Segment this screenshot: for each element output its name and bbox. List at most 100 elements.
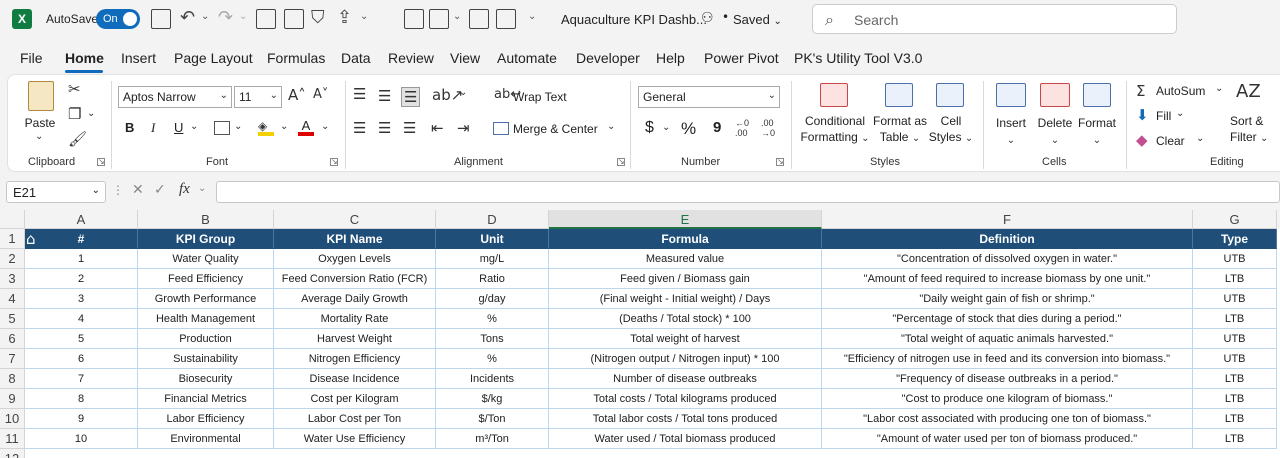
tab-data[interactable]: Data — [341, 50, 371, 66]
table-header-cell[interactable]: KPI Group — [138, 229, 274, 249]
insert-function-button[interactable]: fx — [179, 181, 190, 198]
table-cell[interactable]: "Percentage of stock that dies during a … — [822, 309, 1193, 329]
sensitivity-icon[interactable]: ⚇ — [701, 10, 714, 26]
orientation-dropdown-icon[interactable]: ⌄ — [459, 87, 467, 98]
table-cell[interactable]: Sustainability — [138, 349, 274, 369]
insert-cells-button[interactable]: Insert ⌄ — [991, 115, 1031, 149]
row-header[interactable]: 1 — [0, 229, 25, 249]
table-cell[interactable]: "Amount of feed required to increase bio… — [822, 269, 1193, 289]
worksheet-grid[interactable]: A B C D E F G 123456789101112 #KPI Group… — [0, 210, 1280, 458]
table-header-cell[interactable]: Formula — [549, 229, 822, 249]
cell-styles-icon[interactable] — [936, 83, 964, 107]
paste-button[interactable]: Paste — [22, 115, 58, 131]
table-cell[interactable]: Labor Efficiency — [138, 409, 274, 429]
picture-icon[interactable] — [284, 9, 304, 29]
table-cell[interactable]: "Frequency of disease outbreaks in a per… — [822, 369, 1193, 389]
sort-filter-button[interactable]: Sort & Filter ⌄ — [1230, 113, 1280, 147]
table-cell[interactable]: "Daily weight gain of fish or shrimp." — [822, 289, 1193, 309]
table-cell[interactable]: g/day — [436, 289, 549, 309]
table-cell[interactable]: Health Management — [138, 309, 274, 329]
column-header-c[interactable]: C — [274, 210, 436, 229]
table-cell[interactable]: Growth Performance — [138, 289, 274, 309]
comma-style-button[interactable]: 9 — [713, 119, 721, 136]
table-cell[interactable]: Harvest Weight — [274, 329, 436, 349]
table-cell[interactable]: LTB — [1193, 409, 1277, 429]
delete-cells-button[interactable]: Delete ⌄ — [1034, 115, 1076, 149]
currency-dropdown-icon[interactable]: ⌄ — [662, 122, 670, 133]
select-all-corner[interactable] — [0, 210, 25, 229]
row-header[interactable]: 3 — [0, 269, 25, 289]
fill-icon[interactable]: ⬇ — [1136, 106, 1149, 124]
grow-font-icon[interactable]: A˄ — [288, 86, 306, 104]
table-cell[interactable]: Total costs / Total kilograms produced — [549, 389, 822, 409]
search-box[interactable]: ⌕ Search — [812, 4, 1177, 34]
fill-button[interactable]: Fill — [1156, 109, 1171, 123]
table-cell[interactable]: $/kg — [436, 389, 549, 409]
table-cell[interactable]: (Deaths / Total stock) * 100 — [549, 309, 822, 329]
table-cell[interactable]: $/Ton — [436, 409, 549, 429]
table-cell[interactable]: UTB — [1193, 289, 1277, 309]
delete-cells-icon[interactable] — [1040, 83, 1070, 107]
table-cell[interactable]: 5 — [25, 329, 138, 349]
insert-cells-icon[interactable] — [996, 83, 1026, 107]
format-cells-button[interactable]: Format ⌄ — [1075, 115, 1119, 149]
number-format-select[interactable]: General ⌄ — [638, 86, 780, 108]
borders-button-icon[interactable] — [214, 121, 230, 135]
table-cell[interactable]: 2 — [25, 269, 138, 289]
calc-sheet-icon[interactable] — [469, 9, 489, 29]
form-icon[interactable] — [496, 9, 516, 29]
merge-center-button[interactable]: Merge & Center — [513, 122, 598, 136]
increase-decimal-button[interactable]: ←0.00 — [735, 118, 749, 138]
table-cell[interactable]: Water used / Total biomass produced — [549, 429, 822, 449]
calculator-icon[interactable] — [429, 9, 449, 29]
row-header[interactable]: 7 — [0, 349, 25, 369]
row-header[interactable]: 10 — [0, 409, 25, 429]
table-cell[interactable]: Biosecurity — [138, 369, 274, 389]
table-cell[interactable]: Water Quality — [138, 249, 274, 269]
align-left-icon[interactable]: ☰ — [353, 119, 366, 137]
home-icon[interactable]: ⌂ — [26, 230, 36, 248]
align-top-icon[interactable]: ☰ — [353, 85, 366, 103]
table-cell[interactable]: % — [436, 349, 549, 369]
table-cell[interactable]: 9 — [25, 409, 138, 429]
merge-dropdown-icon[interactable]: ⌄ — [607, 121, 615, 132]
row-header[interactable]: 8 — [0, 369, 25, 389]
autosum-button[interactable]: AutoSum — [1156, 84, 1205, 98]
table-cell[interactable]: "Labor cost associated with producing on… — [822, 409, 1193, 429]
conditional-formatting-icon[interactable] — [820, 83, 848, 107]
fill-dropdown-icon[interactable]: ⌄ — [1176, 108, 1184, 119]
table-cell[interactable]: Incidents — [436, 369, 549, 389]
tab-developer[interactable]: Developer — [576, 50, 640, 66]
undo-icon[interactable]: ↶ — [180, 7, 195, 28]
row-header[interactable]: 5 — [0, 309, 25, 329]
table-cell[interactable]: Average Daily Growth — [274, 289, 436, 309]
grid-icon[interactable] — [404, 9, 424, 29]
document-title[interactable]: Aquaculture KPI Dashb... — [561, 12, 707, 27]
row-header[interactable]: 11 — [0, 429, 25, 449]
table-cell[interactable]: UTB — [1193, 249, 1277, 269]
cell-styles-button[interactable]: Cell Styles ⌄ — [926, 113, 976, 147]
table-cell[interactable]: Labor Cost per Ton — [274, 409, 436, 429]
table-cell[interactable]: (Final weight - Initial weight) / Days — [549, 289, 822, 309]
table-cell[interactable]: 8 — [25, 389, 138, 409]
column-header-d[interactable]: D — [436, 210, 549, 229]
table-cell[interactable]: LTB — [1193, 429, 1277, 449]
table-cell[interactable]: Production — [138, 329, 274, 349]
table-cell[interactable]: "Efficiency of nitrogen use in feed and … — [822, 349, 1193, 369]
format-as-table-button[interactable]: Format as Table ⌄ — [869, 113, 931, 147]
underline-dropdown-icon[interactable]: ⌄ — [190, 121, 198, 132]
row-header[interactable]: 12 — [0, 449, 25, 458]
row-header[interactable]: 6 — [0, 329, 25, 349]
enter-icon[interactable]: ✓ — [154, 182, 166, 198]
font-launcher-icon[interactable]: ↘ — [330, 158, 338, 166]
align-bottom-icon[interactable]: ☰ — [401, 87, 421, 107]
table-cell[interactable]: LTB — [1193, 269, 1277, 289]
autosave-toggle[interactable]: On — [96, 9, 140, 29]
table-cell[interactable]: Feed Efficiency — [138, 269, 274, 289]
filter-icon[interactable]: ⛉ — [311, 7, 325, 28]
save-icon[interactable] — [151, 9, 171, 29]
table-cell[interactable]: Mortality Rate — [274, 309, 436, 329]
table-cell[interactable]: UTB — [1193, 329, 1277, 349]
align-middle-icon[interactable]: ☰ — [378, 87, 391, 105]
font-name-select[interactable]: Aptos Narrow ⌄ — [118, 86, 232, 108]
